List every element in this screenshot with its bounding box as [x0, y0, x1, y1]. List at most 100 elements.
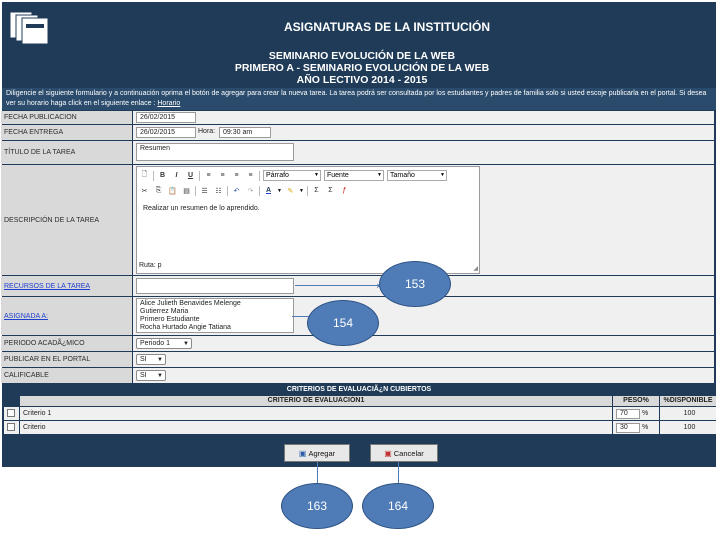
criterio-name: Criterio 1	[20, 407, 612, 420]
descripcion-label: DESCRIPCIÓN DE LA TAREA	[1, 165, 132, 275]
callout-153: 153	[379, 261, 451, 307]
align-left-icon[interactable]: ≡	[203, 170, 214, 181]
fecha-publicacion-cell	[133, 111, 714, 124]
format-select-value: Párrafo	[266, 172, 289, 179]
calificable-cell	[133, 368, 714, 383]
format-select[interactable]: Párrafo ▼	[263, 170, 321, 181]
fecha-publicacion-label: FECHA PUBLICACION	[1, 111, 132, 124]
chevron-down-icon: ▼	[377, 172, 382, 178]
align-justify-icon[interactable]: ≡	[245, 170, 256, 181]
callout-163-arrow	[317, 462, 318, 484]
add-icon: ▣	[298, 448, 307, 458]
asignada-label: ASIGNADA A:	[1, 297, 132, 335]
recursos-link[interactable]: RECURSOS DE LA TAREA	[4, 283, 90, 290]
undo-icon[interactable]: ↶	[231, 185, 242, 196]
peso-cell: 70 %	[613, 407, 659, 420]
calificable-select[interactable]: SI ▼	[136, 370, 166, 381]
callout-163: 163	[281, 483, 353, 529]
highlight-color-icon[interactable]: ✎	[285, 185, 296, 196]
page-title: ASIGNATURAS DE LA INSTITUCIÓN	[284, 20, 490, 34]
titulo-textarea[interactable]: Resumen	[136, 143, 294, 161]
student-option[interactable]: Alice Julieth Benavides Melenge	[140, 300, 290, 308]
peso-input[interactable]: 70	[616, 409, 640, 419]
chevron-down-icon: ▼	[277, 187, 282, 194]
callout-153-arrow	[295, 285, 380, 286]
instructions-text: Diligencie el siguiente formulario y a c…	[2, 88, 716, 110]
calificable-label: CALIFICABLE	[1, 368, 132, 383]
subscript-icon[interactable]: Σ	[311, 185, 322, 196]
chevron-down-icon: ▼	[314, 172, 319, 178]
agregar-button[interactable]: ▣ Agregar	[284, 444, 350, 462]
cut-icon[interactable]: ✂	[139, 185, 150, 196]
strikethrough-icon[interactable]: ƒ	[339, 185, 350, 196]
superscript-icon[interactable]: Σ	[325, 185, 336, 196]
font-select-value: Fuente	[327, 172, 349, 179]
criterio-name: Criterio	[20, 421, 612, 434]
periodo-select[interactable]: Periodo 1 ▼	[136, 338, 192, 349]
chevron-down-icon: ▼	[440, 172, 445, 178]
table-row: Criterio 1 70 % 100	[2, 407, 716, 420]
size-select-value: Tamaño	[390, 172, 415, 179]
row-checkbox[interactable]	[7, 409, 15, 418]
numbered-list-icon[interactable]: ☷	[213, 185, 224, 196]
chevron-down-icon: ▼	[157, 357, 163, 363]
table-row: Criterio 30 % 100	[2, 421, 716, 434]
callout-154: 154	[307, 300, 379, 346]
school-year: AÑO LECTIVO 2014 - 2015	[296, 74, 428, 86]
disponible-cell: 100	[660, 421, 716, 434]
periodo-cell	[133, 336, 714, 351]
paste-word-icon[interactable]: ▤	[181, 185, 192, 196]
row-select-cell	[4, 407, 19, 420]
students-listbox[interactable]: Alice Julieth Benavides Melenge Gutierre…	[136, 298, 294, 333]
cancelar-button[interactable]: ▣ Cancelar	[370, 444, 438, 462]
peso-input[interactable]: 30	[616, 423, 640, 433]
fecha-entrega-label: FECHA ENTREGA	[1, 125, 132, 140]
rich-text-editor: 🗋 B I U ≡ ≡ ≡ ≡ Párrafo ▼ Fuente ▼ Tamaño ▼…	[136, 166, 480, 274]
editor-content[interactable]: Realizar un resumen de lo aprendido.	[143, 205, 260, 212]
bold-icon[interactable]: B	[157, 170, 168, 181]
recursos-textarea[interactable]	[136, 278, 294, 294]
italic-icon[interactable]: I	[171, 170, 182, 181]
form-footer	[2, 434, 716, 467]
editor-toolbar-2: ✂ ⎘ 📋 ▤ ☰ ☷ ↶ ↷ A ▼ ✎ ▼ Σ Σ ƒ	[139, 184, 477, 197]
align-right-icon[interactable]: ≡	[231, 170, 242, 181]
student-option[interactable]: Gutierrez Maria	[140, 308, 290, 316]
publicar-cell	[133, 352, 714, 367]
cancelar-label: Cancelar	[393, 448, 424, 458]
fecha-publicacion-input[interactable]: 26/02/2015	[136, 112, 196, 123]
row-checkbox[interactable]	[7, 423, 15, 432]
font-select[interactable]: Fuente ▼	[324, 170, 384, 181]
page-header: ASIGNATURAS DE LA INSTITUCIÓN SEMINARIO …	[2, 2, 716, 88]
criteria-table: CRITERIOS DE EVALUACIÃ¿N CUBIERTOS CRITE…	[2, 384, 716, 434]
student-option[interactable]: Primero Estudiante	[140, 316, 290, 324]
text-color-icon[interactable]: A	[263, 185, 274, 196]
chevron-down-icon: ▼	[298, 187, 304, 194]
group-name: PRIMERO A - SEMINARIO EVOLUCIÓN DE LA WE…	[234, 62, 490, 74]
percent-sign: %	[641, 410, 649, 417]
copy-icon[interactable]: ⎘	[153, 185, 164, 196]
bullet-list-icon[interactable]: ☰	[199, 185, 210, 196]
disponible-cell: 100	[660, 407, 716, 420]
percent-sign: %	[641, 424, 649, 431]
row-select-cell	[4, 421, 19, 434]
fecha-entrega-input[interactable]: 26/02/2015	[136, 127, 196, 138]
size-select[interactable]: Tamaño ▼	[387, 170, 447, 181]
publicar-select[interactable]: SI ▼	[136, 354, 166, 365]
publicar-select-value: SI	[140, 356, 147, 363]
criterio-header: CRITERIO DE EVALUACIÓN1	[20, 396, 612, 406]
student-option[interactable]: Rocha Hurtado Angie Tatiana	[140, 324, 290, 332]
asignada-link[interactable]: ASIGNADA A:	[4, 313, 48, 320]
horario-link[interactable]: Horario	[157, 100, 180, 107]
documents-icon	[9, 11, 49, 45]
resize-handle-icon[interactable]: ◢	[473, 265, 478, 272]
agregar-label: Agregar	[308, 448, 336, 458]
calificable-select-value: SI	[140, 372, 147, 379]
redo-icon[interactable]: ↷	[245, 185, 256, 196]
align-center-icon[interactable]: ≡	[217, 170, 228, 181]
hora-input[interactable]: 09:30 am	[219, 127, 271, 138]
periodo-label: PERIODO ACADÃ¿MICO	[1, 336, 132, 351]
new-document-icon[interactable]: 🗋	[139, 170, 150, 181]
peso-cell: 30 %	[613, 421, 659, 434]
paste-icon[interactable]: 📋	[167, 185, 178, 196]
underline-icon[interactable]: U	[185, 170, 196, 181]
